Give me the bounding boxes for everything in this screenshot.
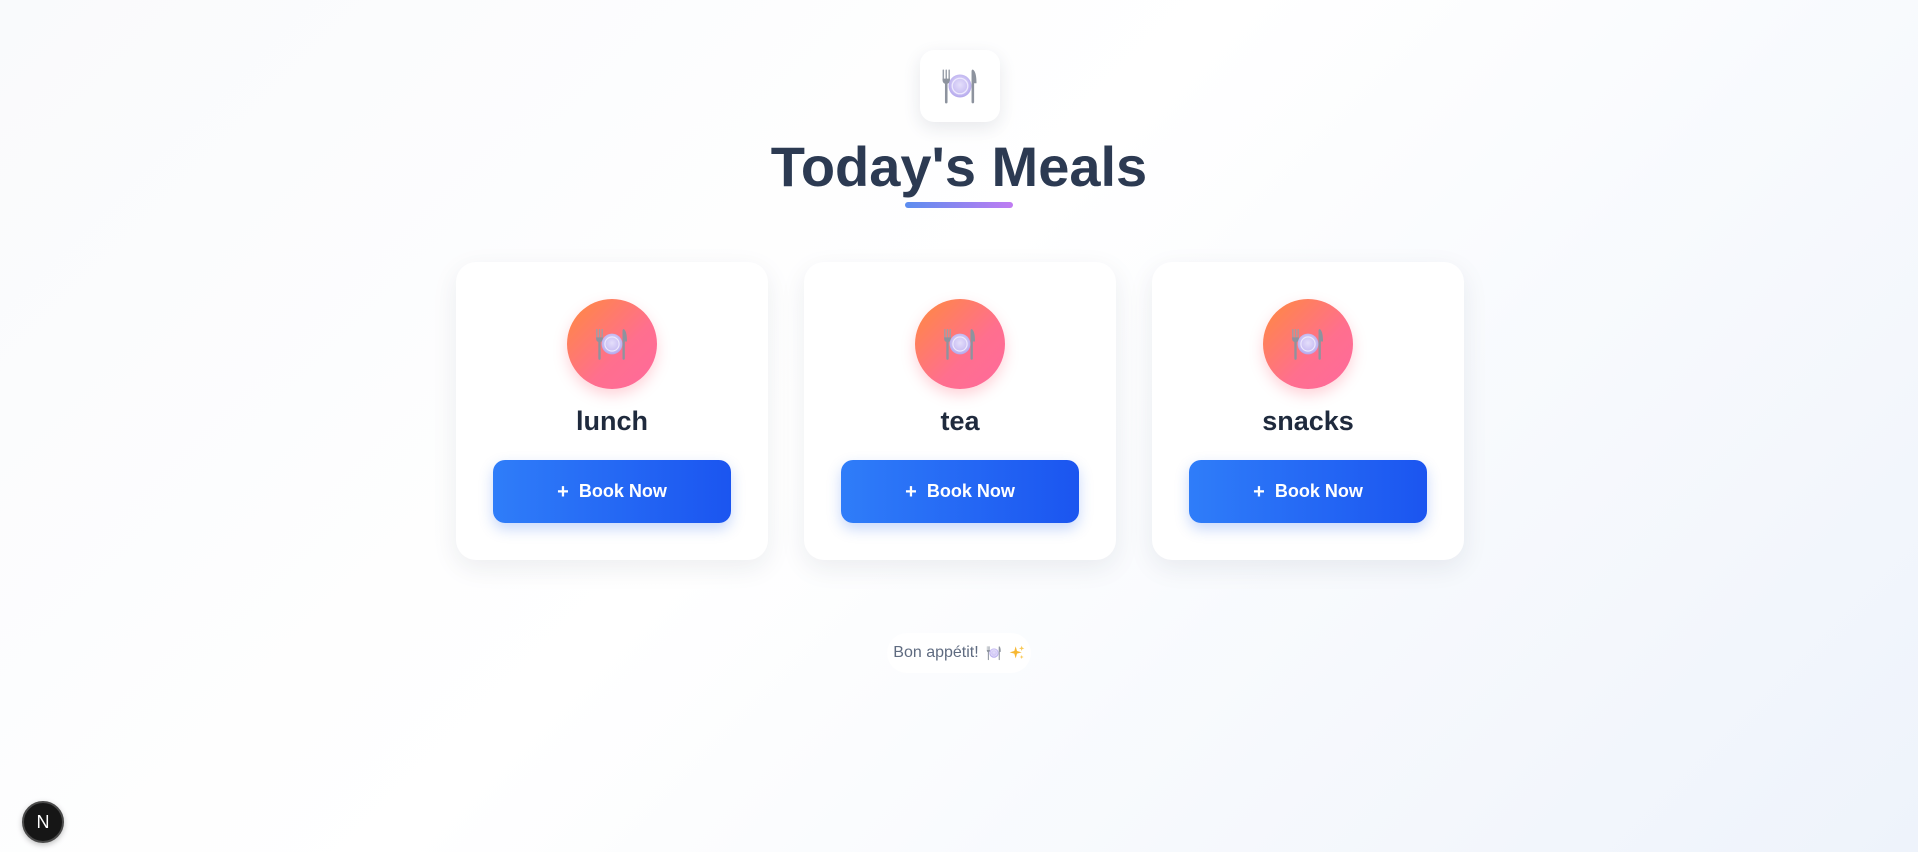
page-title: Today's Meals: [770, 135, 1148, 198]
meal-card-snacks: snacks + Book Now: [1152, 262, 1464, 560]
footer-text: Bon appétit!: [893, 644, 979, 661]
plus-icon: +: [557, 480, 569, 503]
plate-cutlery-icon: [940, 324, 980, 364]
book-now-label: Book Now: [1274, 481, 1363, 501]
header-logo: [920, 50, 1000, 122]
meal-card-tea: tea + Book Now: [804, 262, 1116, 560]
nextjs-logo-icon: N: [36, 811, 50, 832]
plate-cutlery-icon: [985, 644, 1003, 662]
plate-cutlery-icon: [1288, 324, 1328, 364]
book-now-button-lunch[interactable]: + Book Now: [493, 460, 731, 523]
meal-name: lunch: [576, 406, 648, 436]
plus-icon: +: [905, 480, 917, 503]
meal-icon-badge: [915, 299, 1005, 389]
sparkles-icon: [1009, 645, 1025, 659]
meal-name: tea: [940, 406, 980, 436]
book-now-label: Book Now: [578, 481, 667, 501]
plate-cutlery-icon: [592, 324, 632, 364]
book-now-button-tea[interactable]: + Book Now: [841, 460, 1079, 523]
plate-cutlery-icon: [938, 64, 982, 108]
book-now-label: Book Now: [926, 481, 1015, 501]
plus-icon: +: [1253, 480, 1265, 503]
nextjs-dev-indicator[interactable]: N: [22, 801, 64, 843]
meal-card-lunch: lunch + Book Now: [456, 262, 768, 560]
meal-icon-badge: [567, 299, 657, 389]
footer-message: Bon appétit!: [887, 633, 1031, 673]
meal-icon-badge: [1263, 299, 1353, 389]
meal-name: snacks: [1262, 406, 1354, 436]
book-now-button-snacks[interactable]: + Book Now: [1189, 460, 1427, 523]
title-underline: [905, 202, 1013, 208]
